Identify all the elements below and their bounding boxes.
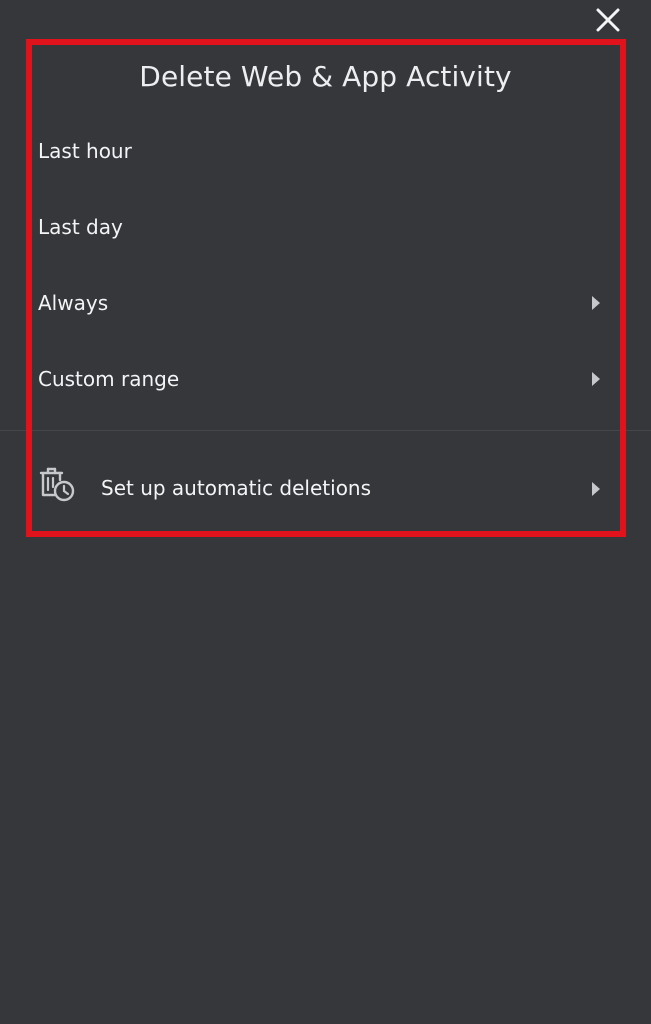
dialog-title: Delete Web & App Activity bbox=[139, 60, 512, 93]
option-custom-range[interactable]: Custom range bbox=[0, 349, 651, 409]
chevron-right-icon bbox=[592, 482, 600, 496]
option-label: Last day bbox=[38, 215, 123, 239]
option-label: Always bbox=[38, 291, 109, 315]
trash-clock-icon bbox=[39, 467, 75, 502]
chevron-right-icon bbox=[592, 296, 600, 310]
section-divider bbox=[0, 430, 651, 431]
option-label: Last hour bbox=[38, 139, 132, 163]
option-label: Custom range bbox=[38, 367, 180, 391]
close-button[interactable] bbox=[592, 4, 624, 36]
automatic-deletions-label: Set up automatic deletions bbox=[101, 476, 372, 500]
chevron-right-icon bbox=[592, 372, 600, 386]
option-last-hour[interactable]: Last hour bbox=[0, 121, 651, 181]
option-last-day[interactable]: Last day bbox=[0, 197, 651, 257]
option-always[interactable]: Always bbox=[0, 273, 651, 333]
delete-activity-screen: Delete Web & App Activity Last hour Last… bbox=[0, 0, 651, 1024]
close-icon bbox=[596, 8, 620, 32]
automatic-deletions-row[interactable]: Set up automatic deletions bbox=[0, 455, 651, 521]
